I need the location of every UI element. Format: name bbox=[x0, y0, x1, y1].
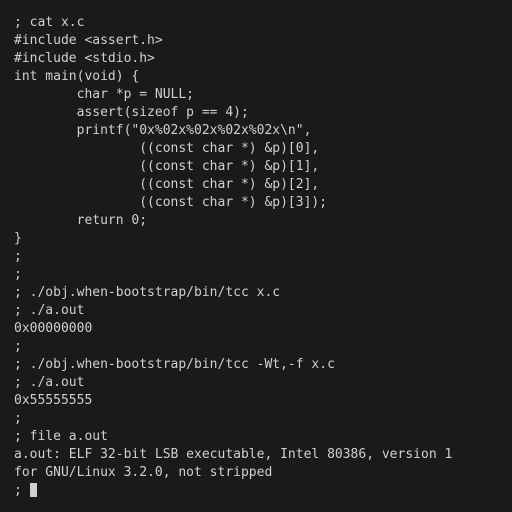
terminal-line: return 0; bbox=[14, 213, 147, 228]
terminal-line: ; bbox=[14, 267, 22, 282]
terminal-line: 0x00000000 bbox=[14, 321, 92, 336]
terminal-line: } bbox=[14, 231, 22, 246]
terminal-line: assert(sizeof p == 4); bbox=[14, 105, 249, 120]
terminal-line: ; file a.out bbox=[14, 429, 108, 444]
terminal-line: ; bbox=[14, 339, 22, 354]
terminal-line: ; bbox=[14, 411, 22, 426]
terminal-output[interactable]: ; cat x.c #include <assert.h> #include <… bbox=[0, 0, 512, 512]
terminal-line: ((const char *) &p)[0], bbox=[14, 141, 319, 156]
terminal-line: ((const char *) &p)[1], bbox=[14, 159, 319, 174]
terminal-line: ; bbox=[14, 249, 22, 264]
terminal-line: ; ./obj.when-bootstrap/bin/tcc x.c bbox=[14, 285, 280, 300]
terminal-line: ; ./a.out bbox=[14, 303, 84, 318]
terminal-prompt: ; bbox=[14, 483, 30, 498]
terminal-line: #include <stdio.h> bbox=[14, 51, 155, 66]
terminal-line: ; ./obj.when-bootstrap/bin/tcc -Wt,-f x.… bbox=[14, 357, 335, 372]
terminal-line: ; cat x.c bbox=[14, 15, 84, 30]
terminal-line: a.out: ELF 32-bit LSB executable, Intel … bbox=[14, 447, 452, 462]
terminal-line: #include <assert.h> bbox=[14, 33, 163, 48]
terminal-line: ((const char *) &p)[2], bbox=[14, 177, 319, 192]
terminal-line: for GNU/Linux 3.2.0, not stripped bbox=[14, 465, 272, 480]
terminal-line: int main(void) { bbox=[14, 69, 139, 84]
terminal-line: printf("0x%02x%02x%02x%02x\n", bbox=[14, 123, 311, 138]
terminal-line: char *p = NULL; bbox=[14, 87, 194, 102]
terminal-line: 0x55555555 bbox=[14, 393, 92, 408]
cursor-icon bbox=[30, 483, 37, 497]
terminal-line: ; ./a.out bbox=[14, 375, 84, 390]
terminal-line: ((const char *) &p)[3]); bbox=[14, 195, 327, 210]
